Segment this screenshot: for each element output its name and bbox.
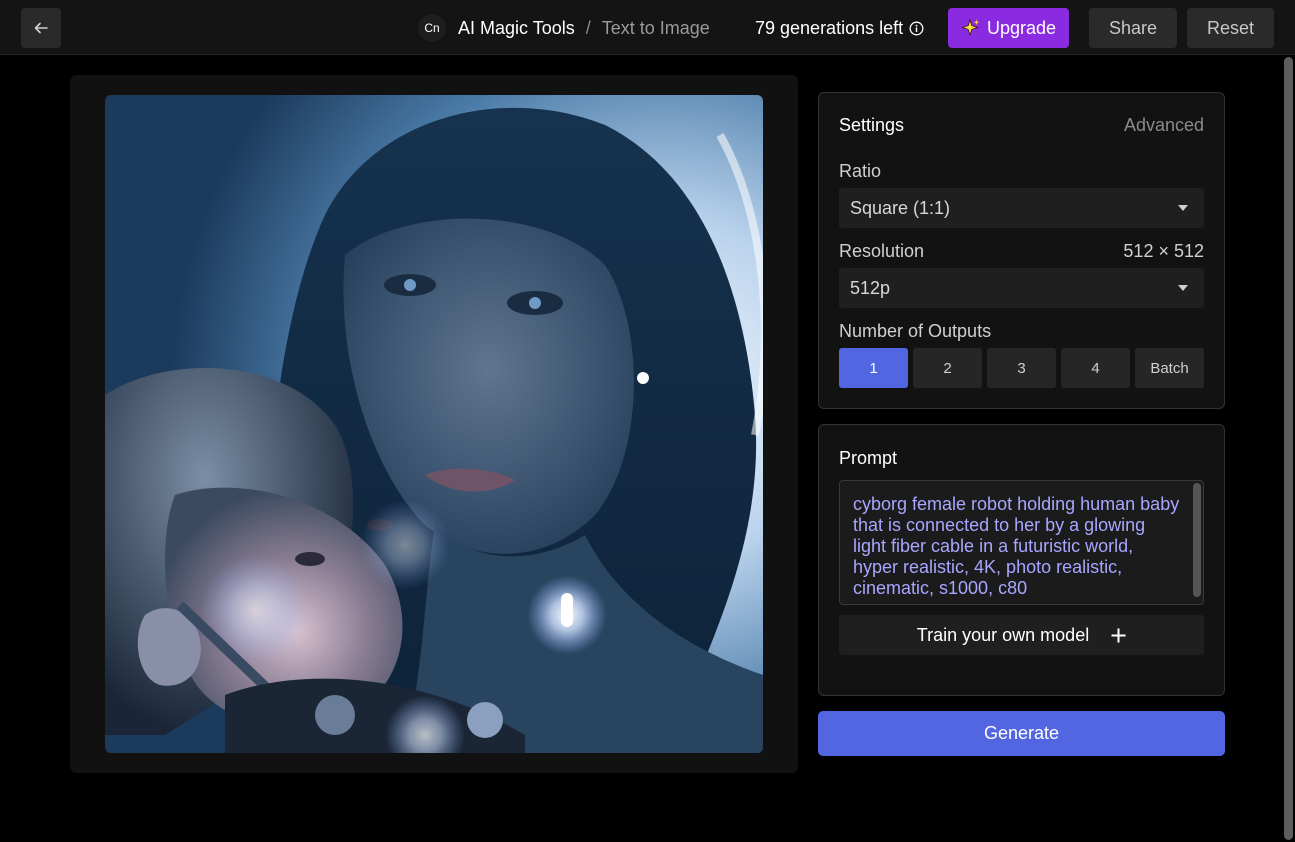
generated-image[interactable]	[105, 95, 763, 753]
reset-button[interactable]: Reset	[1187, 8, 1274, 48]
prompt-title: Prompt	[839, 448, 898, 468]
image-panel	[70, 75, 798, 773]
resolution-label: Resolution	[839, 241, 925, 261]
chevron-down-icon	[1178, 285, 1188, 291]
plus-icon	[1111, 628, 1126, 643]
output-option-4[interactable]: 4	[1061, 348, 1130, 388]
prompt-card: Prompt cyborg female robot holding human…	[818, 424, 1225, 696]
upgrade-button[interactable]: Upgrade	[948, 8, 1069, 48]
generate-button[interactable]: Generate	[818, 711, 1225, 756]
breadcrumb-separator: /	[585, 17, 591, 38]
generations-left-text: 79 generations left	[755, 17, 904, 38]
prompt-scrollbar[interactable]	[1193, 483, 1201, 597]
chevron-down-icon	[1178, 205, 1188, 211]
settings-card: Settings Advanced Ratio Square (1:1) Res…	[818, 92, 1225, 409]
output-option-2[interactable]: 2	[913, 348, 982, 388]
breadcrumb-ai-magic-tools[interactable]: AI Magic Tools	[458, 18, 575, 39]
share-button[interactable]: Share	[1089, 8, 1177, 48]
info-icon[interactable]	[909, 21, 924, 36]
ratio-select[interactable]: Square (1:1)	[839, 188, 1204, 228]
outputs-label: Number of Outputs	[839, 321, 992, 341]
output-option-3[interactable]: 3	[987, 348, 1056, 388]
app-logo: Cn	[418, 14, 446, 42]
prompt-input[interactable]: cyborg female robot holding human baby t…	[839, 480, 1204, 605]
arrow-left-icon	[34, 22, 48, 34]
ratio-value: Square (1:1)	[850, 197, 951, 218]
page-scrollbar-thumb[interactable]	[1284, 57, 1293, 840]
top-bar: Cn AI Magic Tools / Text to Image 79 gen…	[0, 0, 1295, 55]
advanced-toggle[interactable]: Advanced	[1124, 115, 1204, 136]
upgrade-label: Upgrade	[986, 17, 1057, 38]
generations-left: 79 generations left	[755, 16, 924, 40]
resolution-select[interactable]: 512p	[839, 268, 1204, 308]
sparkle-icon	[961, 18, 981, 38]
breadcrumb: Cn AI Magic Tools / Text to Image	[418, 14, 710, 42]
outputs-selector: 1 2 3 4 Batch	[839, 348, 1204, 388]
page-scrollbar[interactable]	[1282, 55, 1295, 842]
output-option-batch[interactable]: Batch	[1135, 348, 1204, 388]
prompt-text[interactable]: cyborg female robot holding human baby t…	[853, 494, 1183, 599]
settings-title: Settings	[839, 115, 905, 135]
train-model-label: Train your own model	[916, 624, 1090, 645]
back-button[interactable]	[21, 8, 61, 48]
resolution-dimensions: 512 × 512	[1123, 241, 1204, 261]
ratio-label: Ratio	[839, 161, 882, 181]
train-model-button[interactable]: Train your own model	[839, 615, 1204, 655]
breadcrumb-current-page: Text to Image	[601, 17, 710, 38]
resolution-value: 512p	[850, 277, 891, 298]
output-option-1[interactable]: 1	[839, 348, 908, 388]
